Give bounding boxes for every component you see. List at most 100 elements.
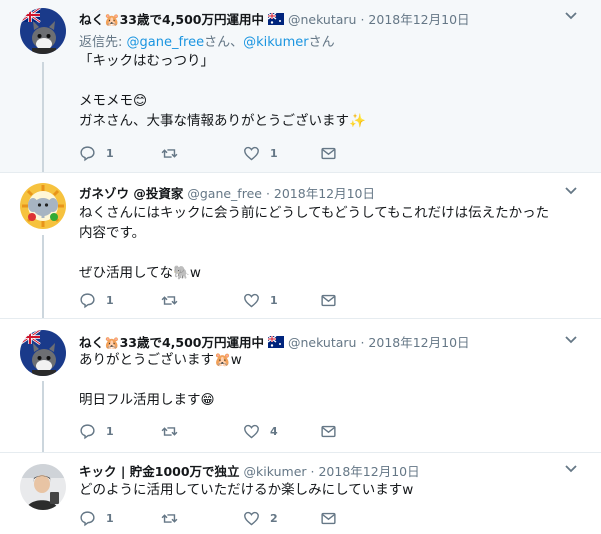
message-button[interactable] — [320, 292, 337, 309]
reply-icon — [80, 293, 95, 309]
text-line-content: メモメモ😊 — [79, 93, 148, 109]
message-button[interactable] — [320, 423, 337, 440]
text-line: 内容です。 — [79, 225, 146, 241]
reply-count: 1 — [106, 294, 114, 307]
avatar[interactable] — [20, 8, 66, 54]
avatar[interactable] — [20, 183, 66, 229]
tweet-3[interactable]: ねく🐹33歳で4,500万円運用中 @nekutaru · 2018年12月10… — [0, 319, 601, 452]
retweet-button[interactable] — [161, 510, 178, 527]
tweet-header: ねく🐹33歳で4,500万円運用中 @nekutaru · 2018年12月10… — [79, 332, 470, 351]
replying-user-link[interactable]: @kikumer — [243, 35, 309, 50]
retweet-icon — [161, 296, 178, 305]
like-icon — [244, 424, 259, 439]
tweet-1[interactable]: ねく🐹33歳で4,500万円運用中 @nekutaru · 2018年12月10… — [0, 0, 601, 172]
text-line: メモメモ😊 — [79, 91, 366, 111]
author-handle[interactable]: @gane_free — [187, 186, 262, 201]
reply-icon — [80, 511, 95, 527]
author-name[interactable]: ガネゾウ @投資家 — [79, 186, 183, 201]
text-line — [79, 243, 549, 263]
message-button[interactable] — [320, 510, 337, 527]
like-button[interactable]: 1 — [243, 292, 278, 309]
replying-user-link[interactable]: @gane_free — [127, 35, 205, 50]
retweet-button[interactable] — [161, 423, 178, 440]
tweet-actions: 1 4 — [79, 423, 379, 443]
text-line: ありがとうございます🐹w — [79, 352, 242, 368]
thread-line — [42, 381, 44, 452]
text-line: どのように活用していただけるか楽しみにしていますw — [79, 482, 414, 498]
tweet-text: 「キックはむっつり」 メモメモ😊 ガネさん、大事な情報ありがとうございます✨ — [79, 51, 366, 131]
avatar[interactable] — [20, 464, 66, 510]
reply-count: 1 — [106, 425, 114, 438]
author-handle[interactable]: @kikumer — [244, 464, 307, 479]
reply-icon — [80, 146, 95, 162]
like-count: 1 — [270, 294, 278, 307]
like-button[interactable]: 4 — [243, 423, 278, 440]
tweet-date[interactable]: 2018年12月10日 — [368, 335, 469, 350]
avatar[interactable] — [20, 330, 66, 376]
retweet-icon — [161, 514, 178, 523]
tweet-actions: 1 1 — [79, 292, 379, 312]
like-count: 1 — [270, 147, 278, 160]
like-button[interactable]: 1 — [243, 145, 278, 162]
like-icon — [244, 146, 259, 161]
australia-flag-icon — [267, 336, 284, 348]
reply-button[interactable]: 1 — [79, 423, 114, 440]
author-name[interactable]: キック | 貯金1000万で独立 — [79, 464, 240, 479]
tweet-text: どのように活用していただけるか楽しみにしていますw — [79, 480, 413, 500]
text-line — [79, 71, 366, 91]
tweet-date[interactable]: 2018年12月10日 — [318, 464, 419, 479]
like-icon — [244, 511, 259, 526]
replying-to: 返信先: @gane_freeさん、@kikumerさん — [79, 31, 335, 50]
tweet-4[interactable]: キック | 貯金1000万で独立 @kikumer · 2018年12月10日 … — [0, 453, 601, 534]
tweet-actions: 1 2 — [79, 510, 379, 530]
tweet-date[interactable]: 2018年12月10日 — [274, 186, 375, 201]
retweet-button[interactable] — [161, 145, 178, 162]
tweet-date[interactable]: 2018年12月10日 — [368, 12, 469, 27]
retweet-button[interactable] — [161, 292, 178, 309]
message-icon — [321, 425, 336, 438]
reply-button[interactable]: 1 — [79, 292, 114, 309]
message-icon — [321, 512, 336, 525]
tweet-header: ガネゾウ @投資家 @gane_free · 2018年12月10日 — [79, 183, 375, 202]
tweet-actions: 1 1 — [79, 145, 379, 165]
like-count: 2 — [270, 512, 278, 525]
text-line-content: ガネさん、大事な情報ありがとうございます✨ — [79, 113, 366, 129]
chevron-down-icon[interactable] — [564, 464, 578, 474]
reply-icon — [80, 424, 95, 440]
text-line — [79, 370, 242, 390]
replying-suffix: さん — [308, 35, 335, 50]
reply-count: 1 — [106, 512, 114, 525]
chevron-down-icon[interactable] — [564, 186, 578, 196]
chevron-down-icon[interactable] — [564, 11, 578, 21]
author-name[interactable]: ねく🐹33歳で4,500万円運用中 — [79, 12, 264, 27]
dot-separator: · — [265, 186, 274, 201]
like-count: 4 — [270, 425, 278, 438]
thread-line — [42, 235, 44, 318]
message-button[interactable] — [320, 145, 337, 162]
like-icon — [244, 293, 259, 308]
replying-prefix: 返信先: — [79, 35, 127, 50]
author-handle[interactable]: @nekutaru — [288, 12, 357, 27]
like-button[interactable]: 2 — [243, 510, 278, 527]
thread-line — [42, 62, 44, 172]
text-line: ねくさんにはキックに会う前にどうしてもどうしてもこれだけは伝えたかった — [79, 205, 550, 221]
reply-button[interactable]: 1 — [79, 145, 114, 162]
author-handle[interactable]: @nekutaru — [288, 335, 357, 350]
australia-flag-icon — [267, 13, 284, 25]
tweet-text: ねくさんにはキックに会う前にどうしてもどうしてもこれだけは伝えたかった 内容です… — [79, 203, 549, 283]
tweet-header: ねく🐹33歳で4,500万円運用中 @nekutaru · 2018年12月10… — [79, 9, 470, 28]
tweet-header: キック | 貯金1000万で独立 @kikumer · 2018年12月10日 — [79, 461, 420, 480]
replying-mid: さん、 — [204, 35, 244, 50]
reply-count: 1 — [106, 147, 114, 160]
reply-button[interactable]: 1 — [79, 510, 114, 527]
text-line: 明日フル活用します😁 — [79, 392, 215, 408]
chevron-down-icon[interactable] — [564, 335, 578, 345]
message-icon — [321, 294, 336, 307]
text-line: ガネさん、大事な情報ありがとうございます✨ — [79, 111, 366, 131]
message-icon — [321, 147, 336, 160]
author-name[interactable]: ねく🐹33歳で4,500万円運用中 — [79, 335, 264, 350]
retweet-icon — [161, 149, 178, 158]
tweet-2[interactable]: ガネゾウ @投資家 @gane_free · 2018年12月10日 ねくさんに… — [0, 173, 601, 318]
text-line: ぜひ活用してな🐘w — [79, 265, 201, 281]
retweet-icon — [161, 427, 178, 436]
